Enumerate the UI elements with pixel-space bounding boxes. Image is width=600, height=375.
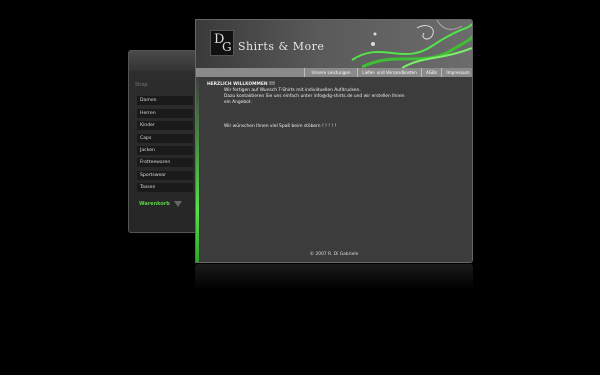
brand-title: Shirts & More: [238, 40, 325, 53]
green-accent-line: [196, 77, 199, 262]
sidebar-item-kinder[interactable]: Kinder: [137, 121, 193, 130]
logo-letter-g: G: [222, 40, 232, 54]
sidebar-item-caps[interactable]: Caps: [137, 134, 193, 143]
sidebar-item-sportswear[interactable]: Sportswear: [137, 171, 193, 180]
cart-icon[interactable]: [174, 201, 182, 208]
swirl-decoration-icon: [351, 20, 472, 68]
nav-leistungen[interactable]: Unsere Leistungen: [304, 68, 357, 77]
sidebar-item-jacken[interactable]: Jacken: [137, 146, 193, 155]
footer-copyright: © 2007 R. Di Gabriele: [309, 252, 359, 257]
nav-versandkosten[interactable]: Liefer- und Versandkosten: [357, 68, 421, 77]
nav-agbs[interactable]: AGBs: [421, 68, 441, 77]
sidebar-item-damen[interactable]: Damen: [137, 96, 193, 105]
sidebar-heading: Shop: [135, 82, 148, 88]
cart-link[interactable]: Warenkorb: [139, 201, 170, 207]
sidebar-header-bar: [129, 51, 195, 71]
main-panel: D G Shirts & More Unsere Leistungen Lief…: [195, 19, 473, 263]
sidebar-item-herren[interactable]: Herren: [137, 109, 193, 118]
welcome-line-3: ein Angebot.: [224, 100, 252, 105]
sidebar: Shop Damen Herren Kinder Caps Jacken Fro…: [128, 50, 195, 233]
header: D G Shirts & More: [196, 20, 472, 68]
welcome-line-4: Wir wünschen Ihnen viel Spaß beim stöber…: [224, 124, 337, 129]
sidebar-item-tassen[interactable]: Tassen: [137, 183, 193, 192]
top-nav: Unsere Leistungen Liefer- und Versandkos…: [196, 68, 472, 77]
nav-impressum[interactable]: Impressum: [441, 68, 472, 77]
sidebar-item-frotteewaren[interactable]: Frotteewaren: [137, 158, 193, 167]
logo[interactable]: D G: [210, 30, 234, 56]
welcome-content: HERZLICH WILLKOMMEN !!! Wir fertigen auf…: [207, 82, 457, 130]
panel-reflection: [195, 264, 473, 290]
